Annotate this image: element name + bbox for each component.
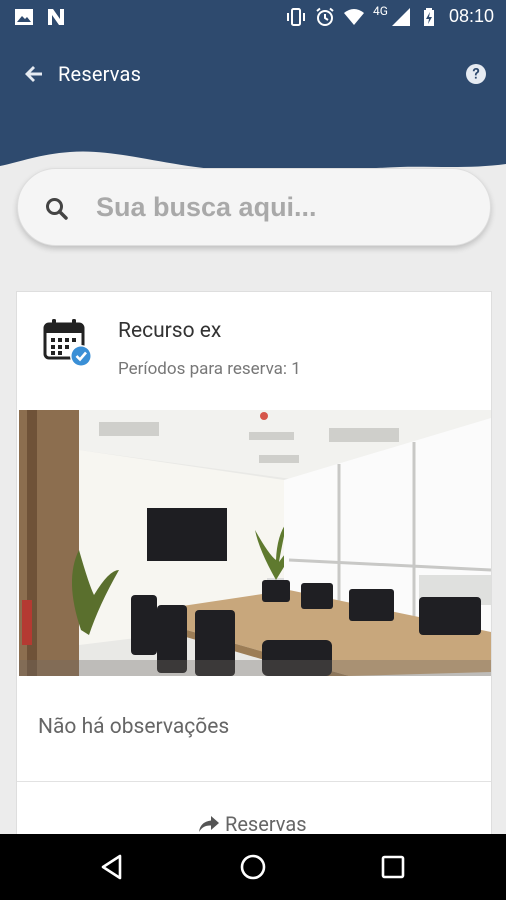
system-nav-bar	[0, 834, 506, 900]
search-bar[interactable]	[17, 168, 491, 246]
observations-text: Não há observações	[38, 715, 230, 739]
signal-icon	[391, 7, 410, 26]
status-bar: 4G 08:10	[0, 0, 506, 36]
network-type: 4G	[373, 3, 388, 18]
reservations-button[interactable]: Reservas	[197, 812, 307, 836]
alarm-icon	[316, 7, 334, 26]
help-icon[interactable]	[465, 63, 487, 85]
resource-card[interactable]: Recurso ex Períodos para reserva: 1 Não …	[16, 291, 492, 851]
nav-home-icon[interactable]	[238, 852, 268, 882]
calendar-check-icon	[43, 319, 92, 367]
card-divider	[17, 781, 491, 782]
wifi-icon	[344, 8, 365, 25]
search-input[interactable]	[96, 185, 466, 229]
back-arrow-icon[interactable]	[22, 62, 46, 86]
app-header: Reservas	[0, 36, 506, 186]
header-wave-background	[0, 36, 506, 172]
page-title: Reservas	[58, 62, 142, 86]
share-arrow-icon	[199, 816, 219, 832]
reservations-button-label: Reservas	[225, 812, 307, 836]
status-time: 08:10	[448, 6, 494, 26]
battery-charging-icon	[423, 7, 434, 26]
vibrate-icon	[287, 7, 306, 26]
search-icon	[46, 198, 68, 220]
n-app-icon	[48, 9, 64, 25]
nav-back-icon[interactable]	[98, 852, 128, 882]
nav-recents-icon[interactable]	[378, 852, 408, 882]
reservation-periods: Períodos para reserva: 1	[118, 359, 301, 379]
meeting-room-photo	[19, 410, 491, 676]
resource-title: Recurso ex	[118, 319, 222, 343]
image-icon	[15, 9, 33, 25]
